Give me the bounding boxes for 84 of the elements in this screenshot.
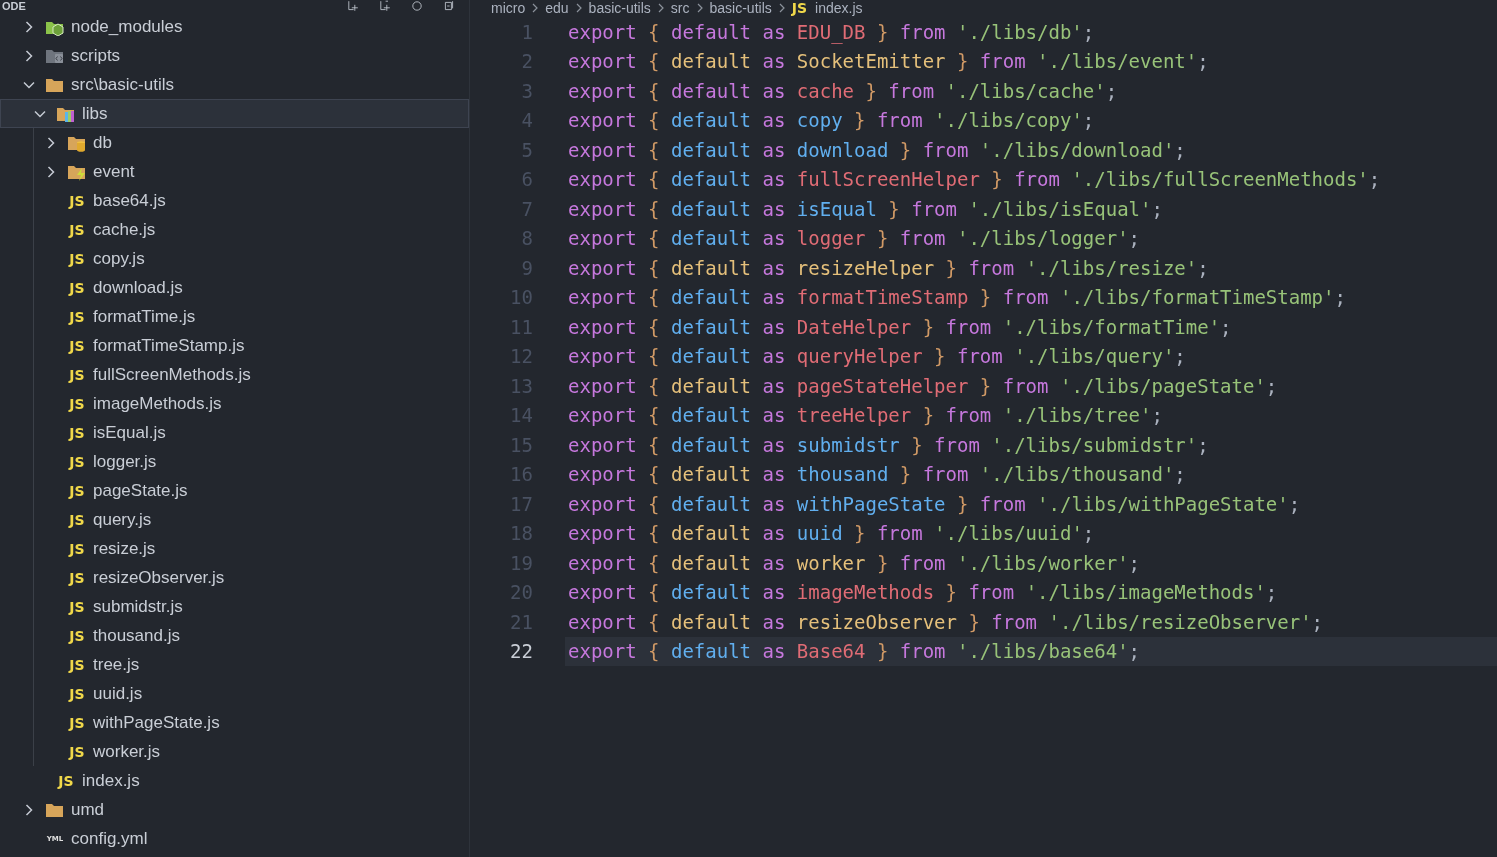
tree-item[interactable]: JS resizeObserver.js xyxy=(0,563,469,592)
breadcrumb-item[interactable]: basic-utils xyxy=(588,0,651,16)
code-line: export { default as isEqual } from './libs/isEqual'; xyxy=(567,196,1164,222)
code-line: export { default as resizeObserver } from './libs/resizeObserver'; xyxy=(567,609,1325,635)
tree-item[interactable]: JS query.js xyxy=(0,505,469,534)
tree-item[interactable]: umd xyxy=(0,795,469,824)
tree-item[interactable]: JS download.js xyxy=(0,273,469,302)
tree-item[interactable]: JS isEqual.js xyxy=(0,418,469,447)
tree-item[interactable]: JS base64.js xyxy=(0,186,469,215)
tree-item[interactable]: JS cache.js xyxy=(0,215,469,244)
file-type-icon: JS xyxy=(69,279,85,296)
tree-item[interactable]: event xyxy=(0,157,469,186)
file-type-icon: JS xyxy=(69,366,85,383)
tree-item[interactable]: JS withPageState.js xyxy=(0,708,469,737)
tree-item[interactable]: JS worker.js xyxy=(0,737,469,766)
tree-item[interactable]: libs xyxy=(0,99,469,128)
code-line: export { default as withPageState } from './libs/withPageState'; xyxy=(567,491,1302,517)
breadcrumb-item[interactable]: basic-utils xyxy=(709,0,772,16)
file-type-icon: JS xyxy=(69,511,85,528)
tree-item[interactable]: JS tree.js xyxy=(0,650,469,679)
file-type-icon: JS xyxy=(69,482,85,499)
code-line: export { default as fullScreenHelper } from './libs/fullScreenMethods'; xyxy=(567,167,1382,193)
tree-item[interactable]: db xyxy=(0,128,469,157)
breadcrumb-item[interactable]: src xyxy=(670,0,690,16)
file-type-icon: JS xyxy=(69,192,85,209)
tree-item[interactable]: JS logger.js xyxy=(0,447,469,476)
tree-item[interactable]: node_modules xyxy=(0,12,469,41)
tree-item[interactable]: JS formatTimeStamp.js xyxy=(0,331,469,360)
tree-item[interactable]: JS submidstr.js xyxy=(0,592,469,621)
code-line: export { default as uuid } from './libs/uuid'; xyxy=(567,521,1096,547)
code-line: export { default as SocketEmitter } from './libs/event'; xyxy=(567,49,1210,75)
tree-item[interactable]: JS pageState.js xyxy=(0,476,469,505)
code-line: export { default as DateHelper } from './libs/formatTime'; xyxy=(567,314,1233,340)
breadcrumb-item[interactable]: micro xyxy=(491,0,526,16)
file-type-icon: JS xyxy=(69,308,85,325)
file-type-icon: JS xyxy=(69,424,85,441)
file-type-icon: JS xyxy=(791,0,808,16)
tree-item[interactable]: JS formatTime.js xyxy=(0,302,469,331)
breadcrumb-item[interactable]: JS index.js xyxy=(791,0,863,16)
tree-item[interactable]: scripts xyxy=(0,41,469,70)
file-type-icon: JS xyxy=(69,714,85,731)
code-line: export { default as pageStateHelper } from './libs/pageState'; xyxy=(567,373,1279,399)
tree-item[interactable]: JS index.js xyxy=(0,766,469,795)
tree-item[interactable]: src\basic-utils xyxy=(0,70,469,99)
panel-title: ODE xyxy=(2,0,26,12)
code-line: export { default as submidstr } from './libs/submidstr'; xyxy=(567,432,1210,458)
file-type-icon: JS xyxy=(69,395,85,412)
file-type-icon: JS xyxy=(69,598,85,615)
file-type-icon: JS xyxy=(69,627,85,644)
tree-item[interactable]: JS resize.js xyxy=(0,534,469,563)
tree-item[interactable]: JS uuid.js xyxy=(0,679,469,708)
chevron-right-icon xyxy=(531,2,540,14)
file-type-icon: JS xyxy=(58,772,74,789)
tree-item[interactable]: JS copy.js xyxy=(0,244,469,273)
code-line: export { default as worker } from './libs/worker'; xyxy=(567,550,1142,576)
file-type-icon: JS xyxy=(69,685,85,702)
chevron-right-icon xyxy=(656,2,665,14)
file-type-icon: JS xyxy=(69,250,85,267)
file-type-icon: JS xyxy=(69,569,85,586)
chevron-right-icon xyxy=(574,2,583,14)
code-line: export { default as EDU_DB } from './libs/db'; xyxy=(567,19,1096,46)
code-line: export { default as cache } from './libs/cache'; xyxy=(567,78,1119,104)
file-type-icon: JS xyxy=(69,743,85,760)
file-type-icon: JS xyxy=(69,221,85,238)
code-line: export { default as thousand } from './libs/thousand'; xyxy=(567,462,1187,488)
file-type-icon: JS xyxy=(69,337,85,354)
code-line: export { default as formatTimeStamp } from './libs/formatTimeStamp'; xyxy=(567,285,1347,311)
file-type-icon: JS xyxy=(69,656,85,673)
line-number: 22 xyxy=(509,640,533,663)
code-line: export { default as imageMethods } from './libs/imageMethods'; xyxy=(567,580,1279,606)
file-type-icon: JS xyxy=(69,453,85,470)
code-line: export { default as resizeHelper } from './libs/resize'; xyxy=(567,255,1210,281)
tree-item[interactable]: JS fullScreenMethods.js xyxy=(0,360,469,389)
chevron-right-icon xyxy=(695,2,704,14)
code-line: export { default as treeHelper } from './libs/tree'; xyxy=(567,403,1164,429)
tree-item[interactable]: JS imageMethods.js xyxy=(0,389,469,418)
code-line: export { default as download } from './libs/download'; xyxy=(567,137,1187,163)
file-type-icon: JS xyxy=(69,540,85,557)
code-line: export { default as queryHelper } from './libs/query'; xyxy=(567,344,1187,370)
code-line: export { default as logger } from './libs/logger'; xyxy=(567,226,1142,252)
breadcrumb-item[interactable]: edu xyxy=(545,0,569,16)
chevron-right-icon xyxy=(777,2,786,14)
tree-item[interactable]: JS thousand.js xyxy=(0,621,469,650)
code-line: export { default as copy } from './libs/copy'; xyxy=(567,108,1096,134)
